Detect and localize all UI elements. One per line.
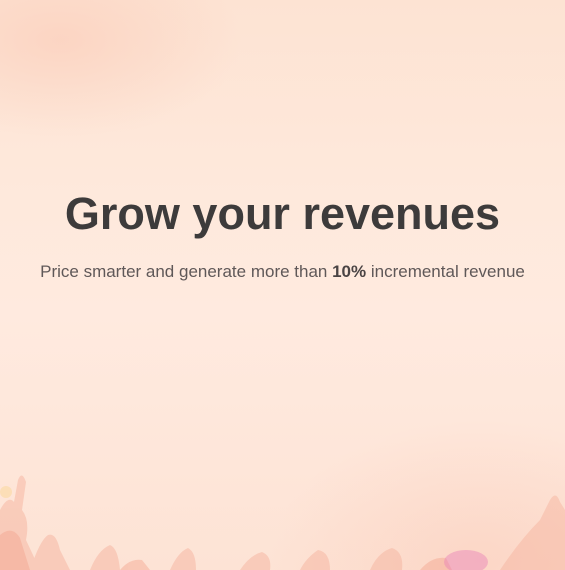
hero-subtitle-text-after: incremental revenue	[366, 262, 525, 281]
hero-subtitle-text-before: Price smarter and generate more than	[40, 262, 333, 281]
hero-subtitle-highlight: 10%	[332, 262, 367, 281]
hero-subtitle: Price smarter and generate more than 10%…	[0, 262, 565, 282]
crowd-background-image	[0, 475, 565, 570]
hero-title: Grow your revenues	[64, 188, 501, 239]
hero-section: Grow your revenues Price smarter and gen…	[0, 0, 565, 570]
